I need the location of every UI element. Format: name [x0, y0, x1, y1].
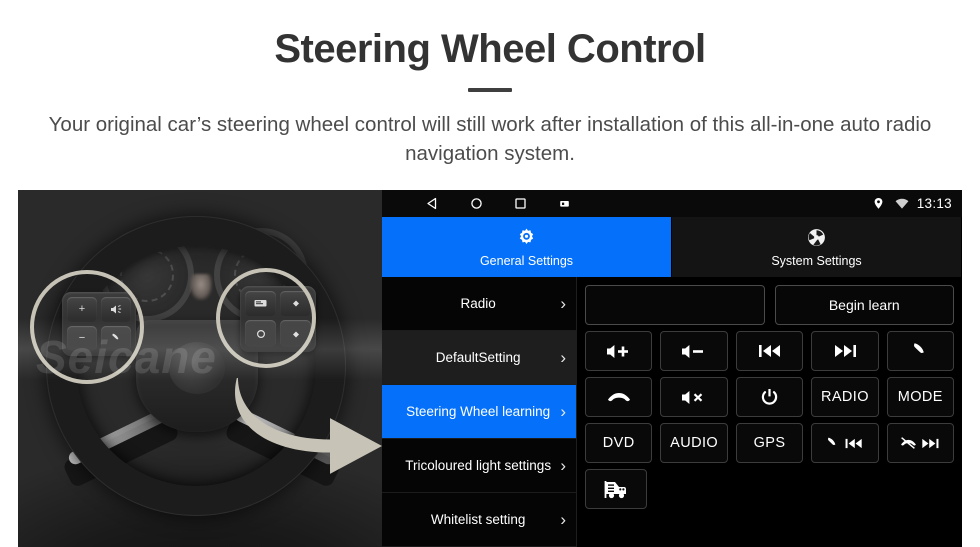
sidebar-item-label: Radio	[460, 295, 496, 311]
chevron-right-icon: ›	[560, 293, 566, 313]
title-divider	[468, 88, 512, 92]
steering-learning-panel: Begin learn RADIO MODE DVD AUDIO GPS	[577, 277, 962, 547]
key-volume-up[interactable]	[585, 331, 653, 371]
chevron-right-icon: ›	[560, 347, 566, 367]
highlight-circle-right	[216, 268, 316, 368]
screenshot-icon[interactable]	[556, 196, 572, 212]
key-next-track[interactable]	[811, 331, 879, 371]
header: Steering Wheel Control Your original car…	[0, 0, 980, 168]
tab-general-settings-label: General Settings	[479, 253, 574, 268]
home-circle-icon[interactable]	[468, 196, 484, 212]
begin-learn-button[interactable]: Begin learn	[774, 285, 954, 325]
settings-sidebar: Radio › DefaultSetting › Steering Wheel …	[382, 277, 577, 547]
key-volume-down[interactable]	[660, 331, 728, 371]
key-row-4	[585, 469, 954, 509]
chevron-right-icon: ›	[560, 455, 566, 475]
head-unit-screen: 13:13 General Settings System Settings R…	[382, 190, 962, 547]
slide-root: Steering Wheel Control Your original car…	[0, 0, 980, 547]
sidebar-item-defaultsetting[interactable]: DefaultSetting ›	[382, 331, 576, 385]
page-subtitle: Your original car’s steering wheel contr…	[48, 113, 932, 166]
sidebar-item-label: DefaultSetting	[435, 349, 521, 365]
tab-system-settings-label: System Settings	[771, 253, 862, 268]
key-hangup-next[interactable]	[886, 423, 955, 463]
key-mode[interactable]: MODE	[886, 377, 955, 417]
key-row-3: DVD AUDIO GPS	[585, 423, 955, 463]
settings-tabs: General Settings System Settings	[382, 217, 962, 277]
pointer-arrow	[230, 373, 382, 498]
key-row-1	[585, 331, 955, 371]
key-previous-track[interactable]	[735, 331, 804, 371]
sidebar-item-tricoloured-light-settings[interactable]: Tricoloured light settings ›	[382, 439, 576, 493]
tab-system-settings[interactable]: System Settings	[672, 217, 962, 277]
wifi-icon	[894, 196, 910, 212]
android-status-bar: 13:13	[382, 190, 962, 217]
sidebar-item-whitelist-setting[interactable]: Whitelist setting ›	[382, 493, 576, 547]
steering-wheel-photo: + − Seicane	[18, 190, 382, 547]
chevron-right-icon: ›	[560, 509, 566, 529]
sidebar-item-label: Steering Wheel learning	[406, 403, 551, 419]
key-phone-previous[interactable]	[811, 423, 879, 463]
location-pin-icon	[871, 196, 887, 212]
gear-icon	[516, 227, 538, 249]
key-phone-call[interactable]	[886, 331, 955, 371]
sidebar-item-label: Tricoloured light settings	[405, 457, 552, 473]
key-row-2: RADIO MODE	[585, 377, 955, 417]
sidebar-item-steering-wheel-learning[interactable]: Steering Wheel learning ›	[382, 385, 576, 439]
status-time: 13:13	[916, 196, 952, 211]
chevron-right-icon: ›	[560, 401, 566, 421]
key-hang-up[interactable]	[585, 377, 653, 417]
highlight-circle-left	[30, 270, 144, 384]
media-panel: + − Seicane 13:13 General Settings Syste…	[18, 190, 962, 547]
key-audio[interactable]: AUDIO	[660, 423, 728, 463]
key-gps[interactable]: GPS	[735, 423, 804, 463]
learn-controls-row: Begin learn	[585, 285, 954, 325]
system-logo-icon	[806, 227, 828, 249]
key-power[interactable]	[735, 377, 804, 417]
settings-body: Radio › DefaultSetting › Steering Wheel …	[382, 277, 962, 547]
back-triangle-icon[interactable]	[424, 196, 440, 212]
learn-status-field[interactable]	[585, 285, 765, 325]
page-title: Steering Wheel Control	[274, 27, 706, 71]
sidebar-item-label: Whitelist setting	[430, 511, 526, 527]
recents-square-icon[interactable]	[512, 196, 528, 212]
tab-general-settings[interactable]: General Settings	[382, 217, 672, 277]
sidebar-item-radio[interactable]: Radio ›	[382, 277, 576, 331]
key-mute[interactable]	[660, 377, 728, 417]
key-dvd[interactable]: DVD	[585, 423, 653, 463]
key-car[interactable]	[585, 469, 647, 509]
key-radio[interactable]: RADIO	[811, 377, 879, 417]
